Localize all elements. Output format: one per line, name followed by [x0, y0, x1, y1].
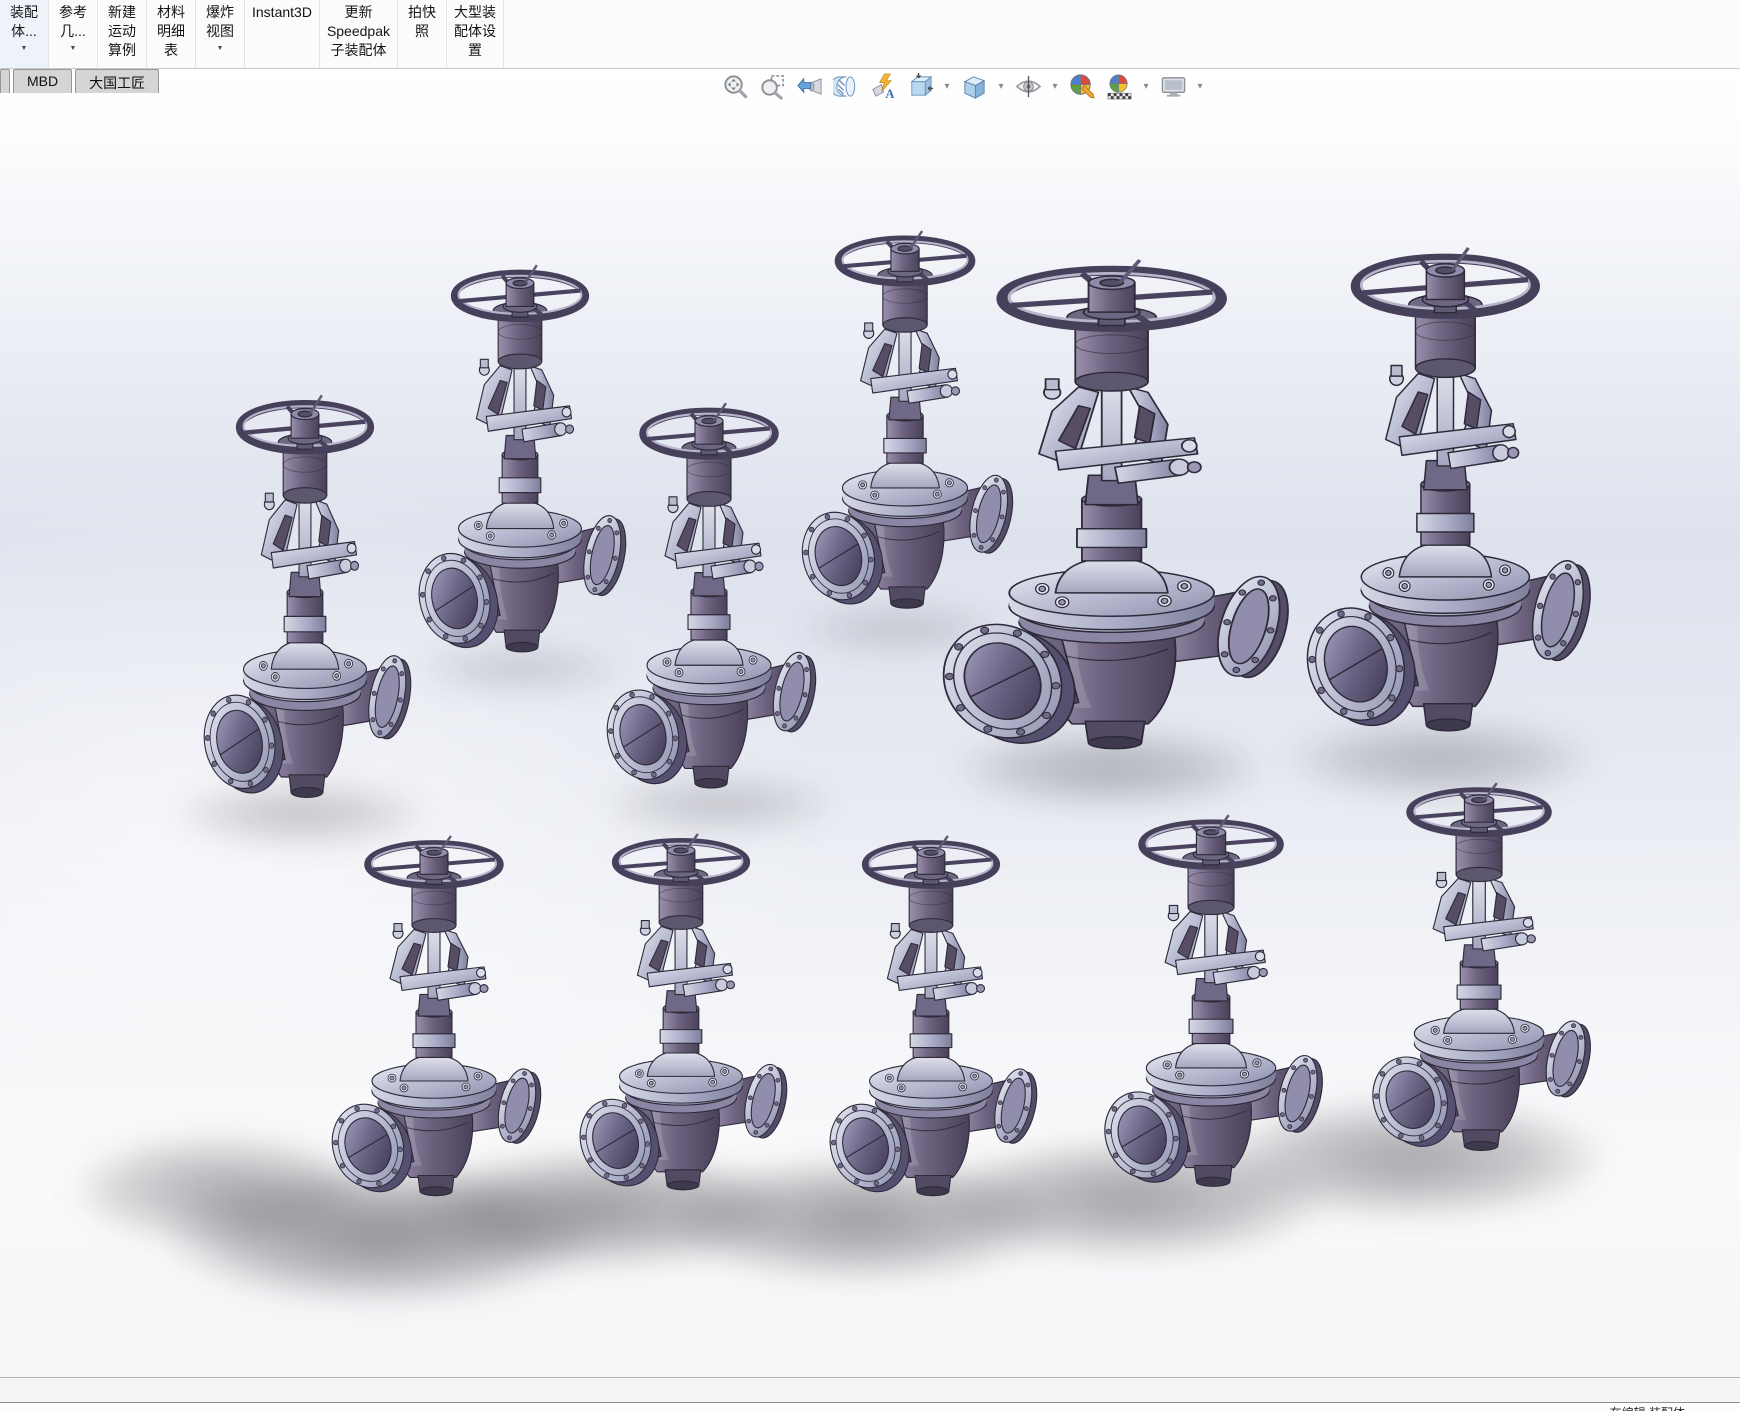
zoom-to-fit-button[interactable]	[720, 71, 750, 101]
previous-view-icon	[796, 73, 823, 100]
ribbon-button-new-motion-study[interactable]: 新建 运动 算例	[98, 0, 147, 68]
edit-appearance-icon	[1069, 73, 1096, 100]
ribbon-button-label: 几...	[60, 23, 86, 39]
ribbon-button-label: 照	[415, 23, 429, 39]
dropdown-caret-icon[interactable]: ▾	[996, 81, 1006, 92]
status-strip: 在编辑 装配体	[0, 1402, 1740, 1411]
ribbon-button-bill-of-materials[interactable]: 材料 明细表	[147, 0, 196, 68]
ribbon-button-label: 运动	[108, 23, 136, 39]
status-text: 在编辑 装配体	[1610, 1404, 1685, 1411]
ribbon-button-label: 大型装	[454, 4, 496, 20]
ribbon-button-update-speedpak[interactable]: 更新 Speedpak 子装配体	[320, 0, 398, 68]
dropdown-caret-icon: ▼	[216, 45, 224, 52]
valve-top-5[interactable]	[920, 256, 1300, 764]
view-annotations-icon	[870, 73, 897, 100]
apply-scene-button[interactable]	[1104, 71, 1134, 101]
ribbon-button-label: Speedpak	[326, 23, 390, 39]
valve-bottom-3[interactable]	[816, 833, 1044, 1207]
ribbon-button-label: 拍快	[408, 4, 436, 20]
dropdown-caret-icon: ▼	[69, 45, 77, 52]
edit-appearance-button[interactable]	[1067, 71, 1097, 101]
ribbon-button-label: 表	[164, 42, 178, 58]
ribbon-button-large-assembly-settings[interactable]: 大型装 配体设置	[447, 0, 504, 68]
view-settings-button[interactable]	[1158, 71, 1188, 101]
view-settings-icon	[1160, 73, 1187, 100]
section-view-icon	[833, 73, 860, 100]
hide-show-items-icon	[1015, 73, 1042, 100]
tab-daguo-gongjiang[interactable]: 大国工匠	[75, 69, 160, 93]
view-annotations-button[interactable]	[868, 71, 898, 101]
valve-bottom-1[interactable]	[318, 833, 548, 1207]
ribbon-button-label: 配体设	[454, 23, 496, 39]
section-view-button[interactable]	[831, 71, 861, 101]
ribbon-button-label: 参考	[59, 4, 87, 20]
valve-top-6[interactable]	[1288, 244, 1600, 746]
status-bar	[0, 1377, 1740, 1402]
graphics-viewport[interactable]: ▾ ▾ ▾ ▾ ▾	[0, 69, 1740, 1377]
command-manager-ribbon: 装配 体... ▼ 参考 几... ▼ 新建 运动 算例 材料 明细表爆炸 视图 ▼ Instant3D 更…	[0, 0, 1740, 69]
ribbon-button-take-snapshot[interactable]: 拍快照	[398, 0, 447, 68]
ribbon-button-label: 视图	[206, 23, 234, 39]
dropdown-caret-icon[interactable]: ▾	[1195, 81, 1205, 92]
zoom-to-area-icon	[759, 73, 786, 100]
view-orientation-icon	[907, 73, 934, 100]
ribbon-button-label: Instant3D	[252, 4, 312, 20]
tab-mbd[interactable]: MBD	[13, 69, 73, 93]
ribbon-button-label: 置	[468, 42, 482, 58]
valve-top-1[interactable]	[190, 392, 418, 810]
display-style-icon	[961, 73, 988, 100]
display-style-button[interactable]	[959, 71, 989, 101]
apply-scene-icon	[1106, 73, 1133, 100]
heads-up-view-toolbar: ▾ ▾ ▾ ▾ ▾	[720, 71, 1205, 101]
ribbon-button-label: 新建	[108, 4, 136, 20]
ribbon-button-label: 爆炸	[206, 4, 234, 20]
view-orientation-button[interactable]	[905, 71, 935, 101]
valve-bottom-4[interactable]	[1090, 812, 1330, 1198]
ribbon-button-label: 明细	[157, 23, 185, 39]
ribbon-button-label: 子装配体	[330, 42, 387, 58]
dropdown-caret-icon[interactable]: ▾	[942, 81, 952, 92]
ribbon-button-exploded-view[interactable]: 爆炸视图 ▼	[196, 0, 245, 68]
command-manager-tabs: MBD 大国工匠	[0, 69, 160, 96]
ribbon-button-label: 算例	[108, 42, 136, 58]
ribbon-button-label: 更新	[344, 4, 373, 20]
zoom-to-fit-icon	[722, 73, 749, 100]
ribbon-button-label: 材料	[157, 4, 185, 20]
ribbon-button-label: 体...	[11, 23, 37, 39]
ribbon-button-instant3d[interactable]: Instant3D	[245, 0, 320, 68]
hide-show-items-button[interactable]	[1013, 71, 1043, 101]
previous-view-button[interactable]	[794, 71, 824, 101]
valve-bottom-5[interactable]	[1358, 780, 1598, 1162]
ribbon-button-reference-geometry[interactable]: 参考几... ▼	[49, 0, 98, 68]
ribbon-button-label: 装配	[10, 4, 38, 20]
dropdown-caret-icon[interactable]: ▾	[1050, 81, 1060, 92]
dropdown-caret-icon[interactable]: ▾	[1141, 81, 1151, 92]
solidworks-window: 装配 体... ▼ 参考 几... ▼ 新建 运动 算例 材料 明细表爆炸 视图 ▼ Instant3D 更…	[0, 0, 1740, 1411]
valve-bottom-2[interactable]	[566, 831, 794, 1201]
ribbon-button-assembly[interactable]: 装配体... ▼	[0, 0, 49, 68]
zoom-to-area-button[interactable]	[757, 71, 787, 101]
dropdown-caret-icon: ▼	[20, 45, 28, 52]
tab-partial[interactable]	[0, 69, 10, 93]
